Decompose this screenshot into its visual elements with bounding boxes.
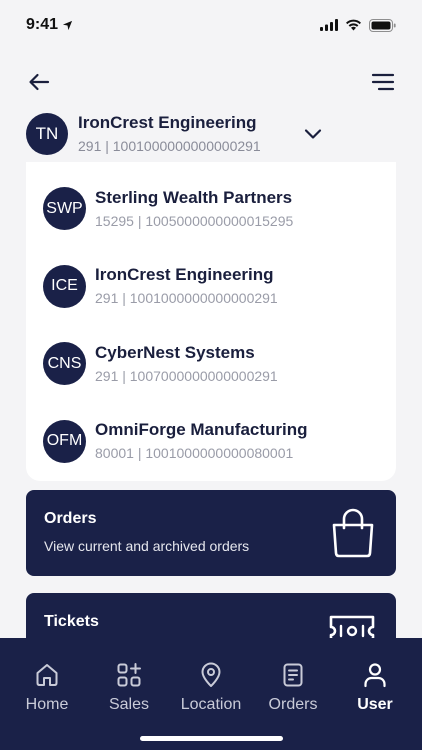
tab-label: User bbox=[357, 696, 393, 713]
tab-label: Home bbox=[25, 696, 69, 713]
avatar: TN bbox=[26, 113, 68, 155]
status-time-text: 9:41 bbox=[26, 16, 59, 33]
tab-label: Orders bbox=[268, 696, 318, 713]
wifi-icon bbox=[346, 19, 361, 31]
account-option-name: IronCrest Engineering bbox=[95, 265, 274, 285]
account-option-info: Sterling Wealth Partners 15295 | 1005000… bbox=[95, 187, 293, 231]
orders-card-title: Orders bbox=[44, 510, 97, 527]
battery-icon bbox=[369, 18, 396, 32]
account-option-info: IronCrest Engineering 291 | 100100000000… bbox=[95, 264, 278, 308]
status-icons bbox=[320, 18, 396, 32]
home-icon bbox=[36, 664, 58, 686]
location-pin-icon bbox=[201, 662, 221, 687]
account-number: 291 | 1001000000000000291 bbox=[78, 138, 261, 154]
back-button[interactable] bbox=[26, 69, 52, 95]
chevron-down-icon bbox=[304, 129, 322, 139]
tab-home[interactable]: Home bbox=[8, 662, 86, 750]
account-option-info: OmniForge Manufacturing 80001 | 10010000… bbox=[95, 419, 308, 463]
tab-user[interactable]: User bbox=[336, 662, 414, 750]
account-option-info: CyberNest Systems 291 | 1007000000000000… bbox=[95, 342, 278, 386]
arrow-left-icon bbox=[29, 73, 50, 91]
account-option-ironcrest-engineering[interactable]: ICE IronCrest Engineering 291 | 10010000… bbox=[43, 248, 396, 326]
tab-label: Sales bbox=[108, 696, 150, 713]
orders-card-description: View current and archived orders bbox=[44, 538, 250, 554]
avatar: CNS bbox=[43, 342, 86, 386]
home-indicator bbox=[140, 736, 283, 741]
dropdown-toggle[interactable] bbox=[300, 121, 326, 147]
tab-label: Location bbox=[180, 696, 242, 713]
shopping-bag-icon bbox=[330, 508, 376, 563]
account-option-name: OmniForge Manufacturing bbox=[95, 420, 308, 440]
location-arrow-icon bbox=[62, 20, 73, 30]
account-option-number: 291 | 1001000000000000291 bbox=[95, 290, 278, 307]
status-bar: 9:41 bbox=[0, 0, 422, 50]
account-option-name: CyberNest Systems bbox=[95, 342, 255, 362]
avatar: OFM bbox=[43, 419, 86, 463]
account-option-omniforge-manufacturing[interactable]: OFM OmniForge Manufacturing 80001 | 1001… bbox=[43, 403, 396, 481]
grid-plus-icon bbox=[117, 663, 141, 687]
tab-bar: Home Sales Location Orders User bbox=[0, 638, 422, 750]
top-nav bbox=[0, 62, 422, 102]
signal-icon bbox=[320, 19, 338, 31]
account-dropdown: SWP Sterling Wealth Partners 15295 | 100… bbox=[26, 162, 396, 481]
account-name: IronCrest Engineering bbox=[78, 113, 257, 132]
account-info: IronCrest Engineering 291 | 100100000000… bbox=[78, 112, 300, 156]
avatar: ICE bbox=[43, 264, 86, 308]
avatar: SWP bbox=[43, 187, 86, 231]
account-option-number: 80001 | 1001000000000080001 bbox=[95, 445, 294, 462]
account-option-number: 15295 | 1005000000000015295 bbox=[95, 212, 294, 229]
orders-card[interactable]: Orders View current and archived orders bbox=[26, 490, 396, 576]
menu-icon bbox=[371, 73, 395, 91]
account-option-number: 291 | 1007000000000000291 bbox=[95, 367, 278, 384]
user-icon bbox=[364, 663, 386, 688]
account-option-name: Sterling Wealth Partners bbox=[95, 187, 293, 207]
menu-button[interactable] bbox=[370, 69, 396, 95]
account-option-cybernest-systems[interactable]: CNS CyberNest Systems 291 | 100700000000… bbox=[43, 325, 396, 403]
document-icon bbox=[283, 663, 303, 687]
account-selector[interactable]: TN IronCrest Engineering 291 | 100100000… bbox=[26, 110, 396, 158]
account-option-sterling-wealth-partners[interactable]: SWP Sterling Wealth Partners 15295 | 100… bbox=[43, 170, 396, 248]
status-time: 9:41 bbox=[26, 16, 73, 34]
